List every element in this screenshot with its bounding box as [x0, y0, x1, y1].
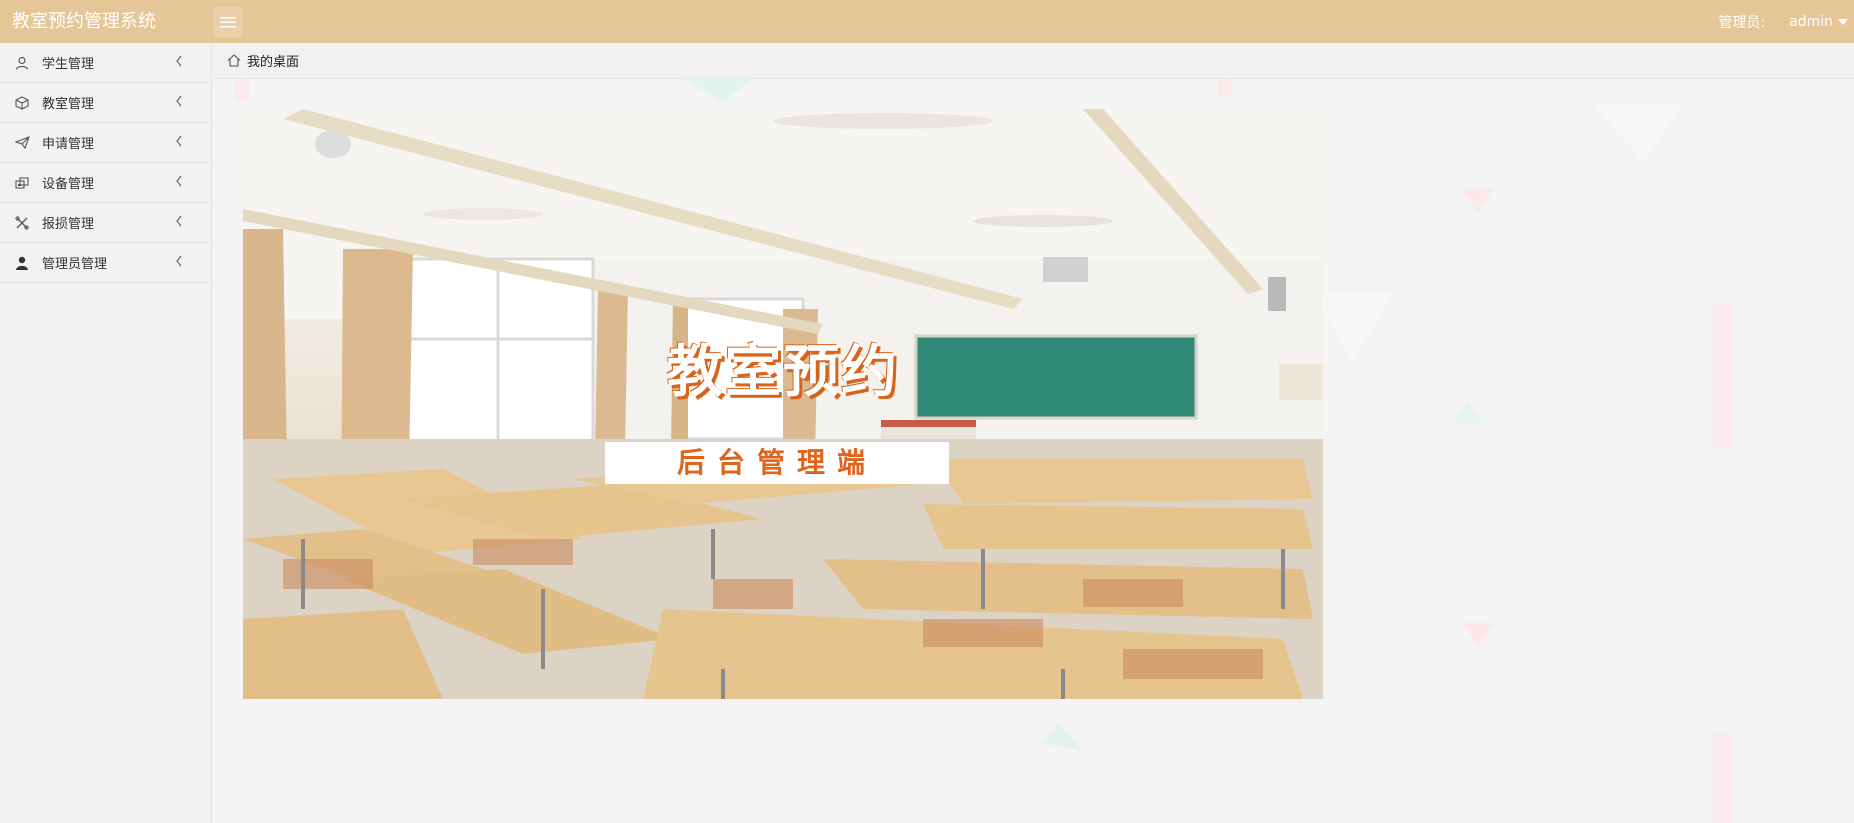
cube-icon — [12, 95, 32, 111]
sidebar-item-label: 设备管理 — [42, 177, 95, 192]
sidebar-item-label: 管理员管理 — [42, 257, 108, 272]
breadcrumb: 我的桌面 — [213, 43, 1854, 79]
sidebar-item-applications[interactable]: 申请管理 — [0, 123, 211, 163]
admin-name: admin — [1789, 13, 1833, 30]
sidebar: 学生管理 教室管理 申请管理 设备管理 报损管理 管理员管理 — [0, 43, 212, 823]
sidebar-item-damage-reports[interactable]: 报损管理 — [0, 203, 211, 243]
home-icon[interactable] — [227, 54, 241, 67]
chevron-left-icon — [175, 175, 183, 191]
caret-down-icon — [1838, 18, 1848, 25]
sidebar-item-students[interactable]: 学生管理 — [0, 43, 211, 83]
header-user-area: 管理员: admin — [1718, 0, 1854, 43]
app-title: 教室预约管理系统 — [12, 11, 156, 32]
admin-label: 管理员: — [1718, 14, 1766, 31]
banner-subtitle: 后台管理端 — [605, 442, 949, 484]
chevron-left-icon — [175, 255, 183, 271]
user-icon — [12, 55, 32, 71]
paper-plane-icon — [12, 135, 32, 151]
sidebar-item-classrooms[interactable]: 教室管理 — [0, 83, 211, 123]
sidebar-item-devices[interactable]: 设备管理 — [0, 163, 211, 203]
main-content: 我的桌面 教室预约 后台管理端 — [213, 43, 1854, 823]
tools-icon — [12, 215, 32, 231]
sidebar-item-label: 申请管理 — [42, 137, 95, 152]
top-header: 教室预约管理系统 管理员: admin — [0, 0, 1854, 43]
chevron-left-icon — [175, 215, 183, 231]
admin-dropdown[interactable]: admin — [1789, 14, 1848, 30]
menu-toggle-button[interactable] — [213, 6, 243, 37]
sidebar-item-label: 教室管理 — [42, 97, 95, 112]
classroom-banner: 教室预约 后台管理端 — [243, 109, 1323, 699]
chevron-left-icon — [175, 55, 183, 71]
chevron-left-icon — [175, 95, 183, 111]
menu-icon — [220, 16, 236, 27]
admin-icon — [12, 255, 32, 271]
sidebar-item-label: 报损管理 — [42, 217, 95, 232]
breadcrumb-current[interactable]: 我的桌面 — [247, 51, 299, 70]
device-icon — [12, 175, 32, 191]
sidebar-item-admins[interactable]: 管理员管理 — [0, 243, 211, 283]
chevron-left-icon — [175, 135, 183, 151]
banner-title: 教室预约 — [667, 340, 899, 405]
sidebar-item-label: 学生管理 — [42, 57, 95, 72]
